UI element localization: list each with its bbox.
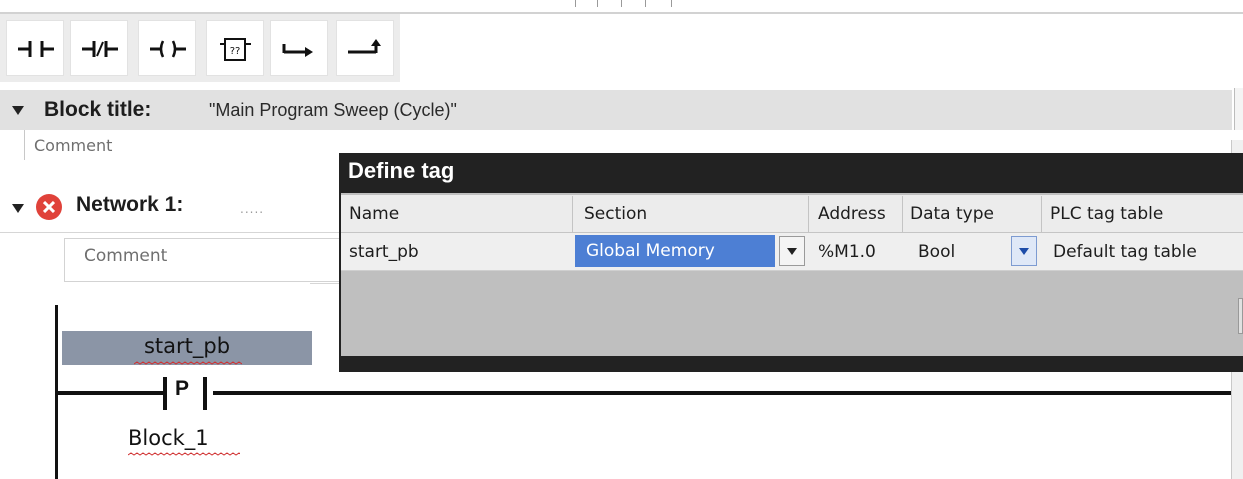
contact-type-label[interactable]: P [175,377,189,401]
dialog-title: Define tag [348,158,455,183]
block-title-bar: Block title: "Main Program Sweep (Cycle)… [0,90,1232,130]
column-header-name: Name [349,204,400,224]
data-type-dropdown-button[interactable] [1011,236,1037,266]
contact-operand-below[interactable]: Block_1 [128,426,209,450]
contact-no-icon [18,41,54,57]
close-branch-icon [348,39,381,54]
network-divider [0,232,345,233]
ruler-ticks [575,0,695,8]
rung-wire-right [213,391,1243,395]
section-value: Global Memory [586,241,715,261]
dialog-button-edge[interactable] [1238,298,1243,334]
data-type-cell[interactable]: Bool [918,242,955,262]
column-header-data-type: Data type [910,204,994,224]
coil-icon [150,40,186,58]
block-title-label: Block title: [44,98,152,121]
open-branch-icon [282,44,313,57]
section-dropdown-button[interactable] [779,236,805,266]
column-separator [572,196,573,232]
column-separator [1041,196,1042,232]
column-header-plc-tag-table: PLC tag table [1050,204,1164,224]
rung-wire-left [58,391,163,395]
tag-name-cell[interactable]: start_pb [349,242,419,262]
column-header-address: Address [818,204,886,224]
error-icon [36,194,62,220]
contact-tag-box[interactable]: start_pb [62,331,312,365]
spellcheck-underline-2 [128,452,240,456]
collapse-triangle-icon[interactable] [12,106,24,115]
contact-tag-name[interactable]: start_pb [62,334,312,358]
svg-text:??: ?? [230,46,241,57]
output-coil-button[interactable] [138,20,196,76]
contact-left-bar[interactable] [163,377,167,410]
section-dropdown[interactable]: Global Memory [575,235,775,267]
block-comment[interactable]: Comment [34,136,112,155]
network-label: Network 1: [76,193,184,216]
chevron-down-icon [787,248,797,255]
block-title-value[interactable]: "Main Program Sweep (Cycle)" [209,100,457,121]
plc-tag-table-cell[interactable]: Default tag table [1053,242,1197,262]
network-title-placeholder[interactable]: ..... [240,202,264,216]
column-separator [902,196,903,232]
network-comment[interactable]: Comment [84,246,167,266]
column-header-section: Section [584,204,648,224]
close-branch-button[interactable] [336,20,394,76]
chevron-down-icon [1019,248,1029,255]
contact-right-bar[interactable] [203,377,207,410]
instruction-toolbar: ?? [0,14,400,82]
empty-box-icon: ?? [220,38,251,61]
open-branch-button[interactable] [270,20,328,76]
empty-box-button[interactable]: ?? [206,20,264,76]
spellcheck-underline [134,361,242,365]
normally-open-contact-button[interactable] [6,20,64,76]
column-separator [808,196,809,232]
contact-nc-icon [82,41,118,57]
normally-closed-contact-button[interactable] [70,20,128,76]
network-collapse-triangle-icon[interactable] [12,204,24,213]
address-cell[interactable]: %M1.0 [818,242,876,262]
scroll-button[interactable] [1234,88,1243,130]
